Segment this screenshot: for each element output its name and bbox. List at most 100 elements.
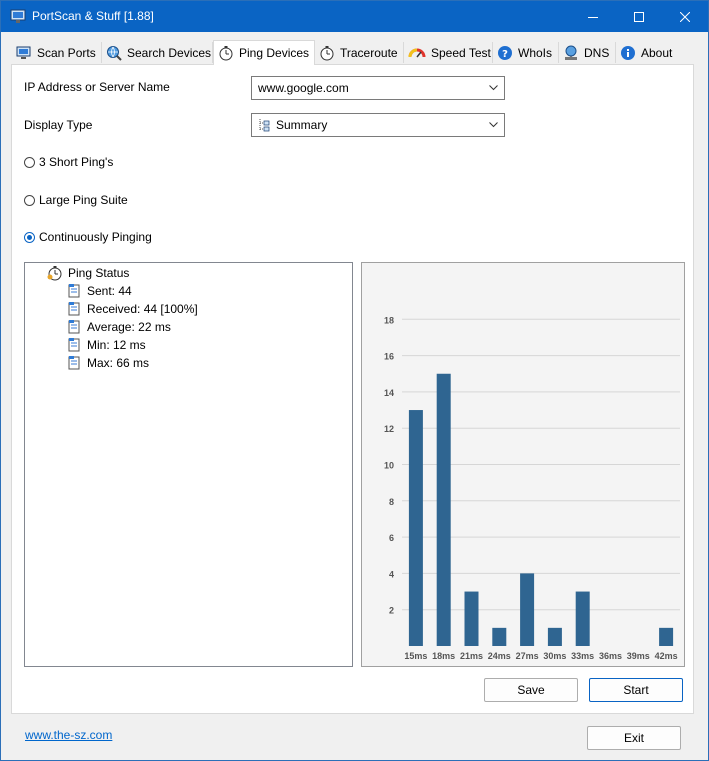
tab-search-devices[interactable]: Search Devices <box>102 42 213 63</box>
tab-about[interactable]: About <box>616 42 682 63</box>
tab-strip: Scan Ports Search Devices Ping Devices T… <box>1 40 708 65</box>
x-tick-label: 36ms <box>599 651 622 661</box>
globe-search-icon <box>107 45 122 61</box>
monitor-icon <box>16 46 31 59</box>
tree-view-icon <box>259 119 270 132</box>
radio-large-ping-suite[interactable]: Large Ping Suite <box>24 193 128 207</box>
ping-histogram-chart: 2 4 6 8 10 12 14 16 18 15ms 18ms 21ms 24ms 27ms 30ms 33… <box>361 262 685 667</box>
document-icon <box>68 356 80 370</box>
x-tick-label: 18ms <box>432 651 455 661</box>
tree-root-ping-status[interactable]: Ping Status <box>47 265 129 281</box>
tab-label: DNS <box>584 45 610 60</box>
chevron-down-icon <box>489 85 498 91</box>
x-tick-label: 24ms <box>488 651 511 661</box>
tab-ping-devices[interactable]: Ping Devices <box>213 40 315 65</box>
tab-label: WhoIs <box>518 45 553 60</box>
minimize-icon <box>588 16 598 18</box>
y-tick-label: 14 <box>384 388 394 398</box>
y-tick-label: 4 <box>389 569 394 579</box>
radio-continuous-pinging[interactable]: Continuously Pinging <box>24 230 152 244</box>
x-tick-label: 21ms <box>460 651 483 661</box>
window-title: PortScan & Stuff [1.88] <box>32 9 154 23</box>
tab-label: About <box>641 45 673 60</box>
tree-node-label: Average: 22 ms <box>87 319 171 334</box>
tree-item-average[interactable]: Average: 22 ms <box>67 319 171 334</box>
minimize-button[interactable] <box>570 1 616 32</box>
y-tick-label: 10 <box>384 461 394 471</box>
website-link[interactable]: www.the-sz.com <box>25 728 112 742</box>
y-tick-label: 2 <box>389 606 394 616</box>
display-type-value: Summary <box>276 118 328 132</box>
histogram-bar <box>492 627 507 646</box>
tab-label: Traceroute <box>340 45 398 60</box>
document-icon <box>68 320 80 334</box>
histogram-bar <box>464 591 479 646</box>
tree-node-label: Received: 44 [100%] <box>87 301 198 316</box>
ping-histogram-svg: 2 4 6 8 10 12 14 16 18 15ms 18ms 21ms 24ms 27ms 30ms 33… <box>384 315 680 661</box>
tree-node-label: Max: 66 ms <box>87 355 150 370</box>
app-icon <box>10 9 26 23</box>
radio-short-pings[interactable]: 3 Short Ping's <box>24 155 113 169</box>
tree-item-received[interactable]: Received: 44 [100%] <box>67 301 198 316</box>
info-icon <box>621 45 635 60</box>
maximize-button[interactable] <box>616 1 662 32</box>
tree-item-sent[interactable]: Sent: 44 <box>67 283 132 298</box>
stopwatch-icon <box>219 46 233 61</box>
address-combobox[interactable]: www.google.com <box>251 76 505 100</box>
y-tick-label: 16 <box>384 352 394 362</box>
x-tick-label: 39ms <box>627 651 650 661</box>
exit-button[interactable]: Exit <box>587 726 681 750</box>
histogram-bar <box>575 591 590 646</box>
tab-speed-test[interactable]: Speed Test <box>404 42 493 63</box>
x-tick-label: 15ms <box>404 651 427 661</box>
tab-label: Search Devices <box>127 45 212 60</box>
x-tick-label: 30ms <box>543 651 566 661</box>
radio-circle[interactable] <box>24 156 35 168</box>
x-tick-label: 27ms <box>516 651 539 661</box>
radio-circle[interactable] <box>24 194 35 206</box>
maximize-icon <box>634 11 644 22</box>
display-type-combobox[interactable]: Summary <box>251 113 505 137</box>
y-tick-label: 8 <box>389 497 394 507</box>
tab-label: Scan Ports <box>37 45 96 60</box>
tab-dns[interactable]: DNS <box>559 42 616 63</box>
help-icon: ? <box>498 45 512 60</box>
radio-circle-selected[interactable] <box>24 231 35 243</box>
y-tick-label: 18 <box>384 315 394 325</box>
tree-node-label: Sent: 44 <box>87 283 132 298</box>
y-tick-label: 12 <box>384 424 394 434</box>
save-button[interactable]: Save <box>484 678 578 702</box>
start-button[interactable]: Start <box>589 678 683 702</box>
title-bar[interactable]: PortScan & Stuff [1.88] <box>1 1 708 32</box>
ping-devices-panel: IP Address or Server Name www.google.com… <box>11 64 694 714</box>
network-icon <box>565 45 577 60</box>
tree-item-min[interactable]: Min: 12 ms <box>67 337 146 352</box>
radio-label: 3 Short Ping's <box>39 155 114 169</box>
tab-label: Ping Devices <box>239 46 310 60</box>
x-tick-label: 42ms <box>655 651 678 661</box>
tree-node-label: Ping Status <box>68 266 130 280</box>
chevron-down-icon <box>489 122 498 128</box>
histogram-bar <box>408 410 423 646</box>
tab-whois[interactable]: ? WhoIs <box>493 42 559 63</box>
histogram-bar <box>659 627 674 646</box>
svg-text:?: ? <box>502 49 508 60</box>
document-icon <box>68 302 80 316</box>
radio-label: Continuously Pinging <box>39 230 152 244</box>
histogram-bar <box>547 627 562 646</box>
histogram-bar <box>436 373 451 646</box>
stopwatch-icon <box>47 266 62 281</box>
app-window: PortScan & Stuff [1.88] Scan Ports Searc… <box>0 0 709 761</box>
y-tick-label: 6 <box>389 533 394 543</box>
document-icon <box>68 338 80 352</box>
ping-status-tree[interactable]: Ping Status Sent: 44 Received: 44 [100%]… <box>24 262 353 667</box>
tab-scan-ports[interactable]: Scan Ports <box>12 42 102 63</box>
tree-item-max[interactable]: Max: 66 ms <box>67 355 149 370</box>
address-label: IP Address or Server Name <box>24 80 170 94</box>
close-button[interactable] <box>662 1 708 32</box>
radio-label: Large Ping Suite <box>39 193 128 207</box>
tab-traceroute[interactable]: Traceroute <box>315 42 404 63</box>
display-type-label: Display Type <box>24 118 93 132</box>
close-icon <box>680 11 690 22</box>
stopwatch-route-icon <box>320 45 334 60</box>
